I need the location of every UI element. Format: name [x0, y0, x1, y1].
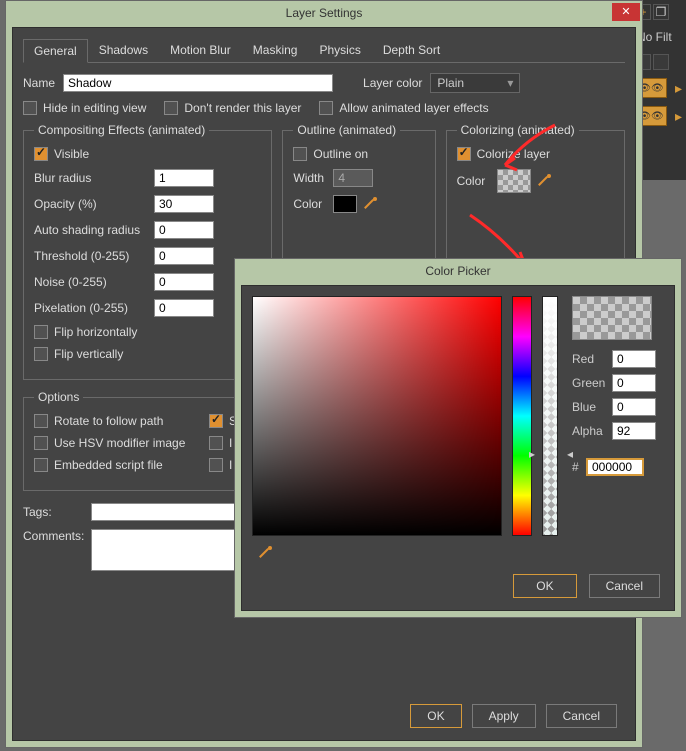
threshold-input[interactable]	[154, 247, 214, 265]
green-label: Green	[572, 376, 612, 390]
hide-in-editing-label: Hide in editing view	[43, 101, 146, 115]
hue-slider[interactable]	[512, 296, 532, 536]
layer-color-label: Layer color	[363, 76, 422, 90]
i2-label: I	[229, 458, 232, 472]
blue-label: Blue	[572, 400, 612, 414]
name-label: Name	[23, 76, 55, 90]
threshold-label: Threshold (0-255)	[34, 249, 154, 263]
color-picker-titlebar: Color Picker	[235, 259, 681, 283]
tab-motion-blur[interactable]: Motion Blur	[159, 38, 242, 62]
eyedropper-icon[interactable]	[361, 195, 379, 213]
eyedropper-icon[interactable]	[256, 544, 274, 562]
green-input[interactable]	[612, 374, 656, 392]
tags-label: Tags:	[23, 505, 83, 519]
comments-label: Comments:	[23, 529, 83, 543]
hsv-checkbox[interactable]	[34, 436, 48, 450]
outline-color-label: Color	[293, 197, 333, 211]
color-gradient-field[interactable]	[252, 296, 502, 536]
window-title: Layer Settings	[286, 6, 363, 20]
rotate-follow-label: Rotate to follow path	[54, 414, 209, 428]
dont-render-checkbox[interactable]	[164, 101, 178, 115]
outline-legend: Outline (animated)	[293, 123, 400, 137]
dup-layer-icon[interactable]: ❐	[653, 4, 669, 20]
visible-label: Visible	[54, 147, 89, 161]
tab-masking[interactable]: Masking	[242, 38, 309, 62]
tab-shadows[interactable]: Shadows	[88, 38, 159, 62]
tab-physics[interactable]: Physics	[308, 38, 371, 62]
outline-width-input[interactable]	[333, 169, 373, 187]
outline-on-label: Outline on	[313, 147, 368, 161]
blue-input[interactable]	[612, 398, 656, 416]
play-icon[interactable]: ▸	[675, 108, 682, 125]
play-icon[interactable]: ▸	[675, 80, 682, 97]
layer-settings-titlebar: Layer Settings ✕	[6, 1, 642, 25]
tab-depth-sort[interactable]: Depth Sort	[372, 38, 451, 62]
current-color-swatch	[572, 296, 652, 340]
picker-cancel-button[interactable]: Cancel	[589, 574, 660, 598]
s-checkbox[interactable]	[209, 414, 223, 428]
auto-shading-label: Auto shading radius	[34, 223, 154, 237]
close-button[interactable]: ✕	[612, 3, 640, 21]
visible-checkbox[interactable]	[34, 147, 48, 161]
alpha-slider[interactable]	[542, 296, 558, 536]
embedded-label: Embedded script file	[54, 458, 209, 472]
blur-radius-input[interactable]	[154, 169, 214, 187]
pixelation-label: Pixelation (0-255)	[34, 301, 154, 315]
noise-input[interactable]	[154, 273, 214, 291]
flip-h-label: Flip horizontally	[54, 325, 137, 339]
layer-square-icon[interactable]	[653, 54, 669, 70]
i2-checkbox[interactable]	[209, 458, 223, 472]
alpha-label: Alpha	[572, 424, 612, 438]
allow-animated-checkbox[interactable]	[319, 101, 333, 115]
options-legend: Options	[34, 390, 83, 404]
flip-h-checkbox[interactable]	[34, 325, 48, 339]
outline-on-checkbox[interactable]	[293, 147, 307, 161]
dont-render-label: Don't render this layer	[184, 101, 301, 115]
blur-radius-label: Blur radius	[34, 171, 154, 185]
auto-shading-input[interactable]	[154, 221, 214, 239]
tab-bar: General Shadows Motion Blur Masking Phys…	[23, 38, 625, 63]
ok-button[interactable]: OK	[410, 704, 461, 728]
flip-v-checkbox[interactable]	[34, 347, 48, 361]
embedded-checkbox[interactable]	[34, 458, 48, 472]
compositing-legend: Compositing Effects (animated)	[34, 123, 209, 137]
hsv-label: Use HSV modifier image	[54, 436, 209, 450]
noise-label: Noise (0-255)	[34, 275, 154, 289]
outline-color-swatch[interactable]	[333, 195, 357, 213]
allow-animated-label: Allow animated layer effects	[339, 101, 488, 115]
flip-v-label: Flip vertically	[54, 347, 123, 361]
color-picker-title: Color Picker	[425, 264, 490, 278]
i-checkbox[interactable]	[209, 436, 223, 450]
alpha-handle[interactable]	[539, 453, 563, 461]
outline-width-label: Width	[293, 171, 333, 185]
layer-color-select[interactable]: Plain	[430, 73, 520, 93]
annotation-arrow	[495, 120, 565, 180]
color-picker-window: Color Picker Red Green Blue Alpha # OK C…	[234, 258, 682, 618]
rotate-follow-checkbox[interactable]	[34, 414, 48, 428]
i-label: I	[229, 436, 232, 450]
red-input[interactable]	[612, 350, 656, 368]
apply-button[interactable]: Apply	[472, 704, 536, 728]
alpha-input[interactable]	[612, 422, 656, 440]
pixelation-input[interactable]	[154, 299, 214, 317]
hide-in-editing-checkbox[interactable]	[23, 101, 37, 115]
opacity-input[interactable]	[154, 195, 214, 213]
opacity-label: Opacity (%)	[34, 197, 154, 211]
red-label: Red	[572, 352, 612, 366]
colorizing-color-label: Color	[457, 174, 497, 188]
filter-label: No Filt	[637, 30, 680, 44]
cancel-button[interactable]: Cancel	[546, 704, 617, 728]
name-input[interactable]	[63, 74, 333, 92]
colorize-layer-checkbox[interactable]	[457, 147, 471, 161]
picker-ok-button[interactable]: OK	[513, 574, 576, 598]
tab-general[interactable]: General	[23, 39, 88, 63]
hex-label: #	[572, 460, 586, 474]
hex-input[interactable]	[586, 458, 644, 476]
